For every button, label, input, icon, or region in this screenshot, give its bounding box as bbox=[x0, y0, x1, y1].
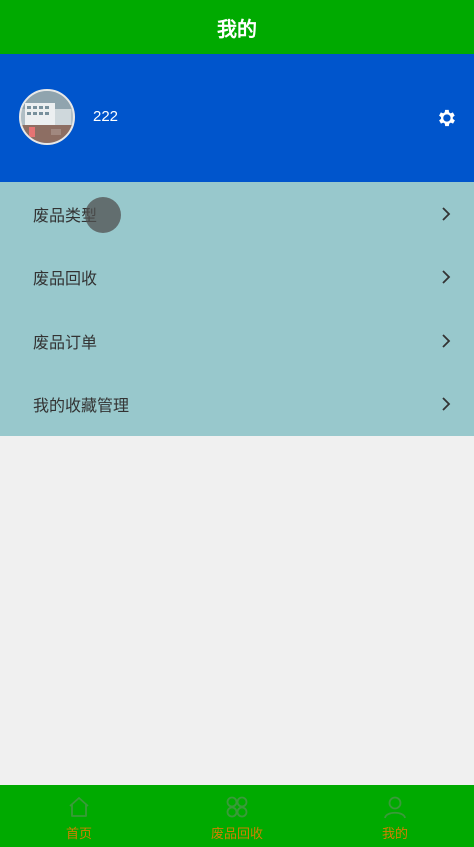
chevron-right-icon bbox=[442, 270, 451, 284]
tab-waste-recycling[interactable]: 废品回收 bbox=[158, 785, 316, 847]
page-title: 我的 bbox=[217, 18, 257, 41]
profile-header: 222 bbox=[0, 54, 474, 182]
menu-item-favorites[interactable]: 我的收藏管理 bbox=[0, 373, 474, 437]
clover-icon bbox=[226, 796, 248, 818]
gear-icon bbox=[439, 109, 455, 127]
menu-list: 废品类型 废品回收 废品订单 我的收藏管理 bbox=[0, 182, 474, 436]
bottom-tab-bar: 首页 废品回收 我的 bbox=[0, 785, 474, 847]
tab-home[interactable]: 首页 bbox=[0, 785, 158, 847]
home-icon bbox=[69, 797, 89, 817]
menu-item-waste-orders[interactable]: 废品订单 bbox=[0, 309, 474, 373]
tab-label: 首页 bbox=[65, 826, 92, 841]
app-screen: 我的 222 废品类型 废品回收 废品订单 我的收藏管理 首页 废品回收 我的 bbox=[0, 0, 474, 847]
menu-item-label: 我的收藏管理 bbox=[33, 398, 130, 416]
tab-mine[interactable]: 我的 bbox=[316, 785, 474, 847]
menu-item-waste-types[interactable]: 废品类型 bbox=[0, 182, 474, 246]
menu-item-label: 废品回收 bbox=[33, 271, 98, 289]
chevron-right-icon bbox=[442, 334, 451, 348]
menu-item-label: 废品订单 bbox=[33, 334, 98, 352]
settings-button[interactable] bbox=[435, 107, 457, 129]
user-icon bbox=[384, 796, 406, 819]
avatar-photo bbox=[21, 91, 73, 143]
top-bar: 我的 bbox=[0, 0, 474, 54]
chevron-right-icon bbox=[442, 397, 451, 411]
menu-item-label: 废品类型 bbox=[33, 207, 98, 225]
menu-item-waste-recycling[interactable]: 废品回收 bbox=[0, 246, 474, 310]
tab-label: 我的 bbox=[381, 826, 408, 841]
username: 222 bbox=[93, 108, 119, 125]
chevron-right-icon bbox=[442, 207, 451, 221]
avatar[interactable] bbox=[19, 89, 75, 145]
tab-label: 废品回收 bbox=[210, 826, 263, 841]
